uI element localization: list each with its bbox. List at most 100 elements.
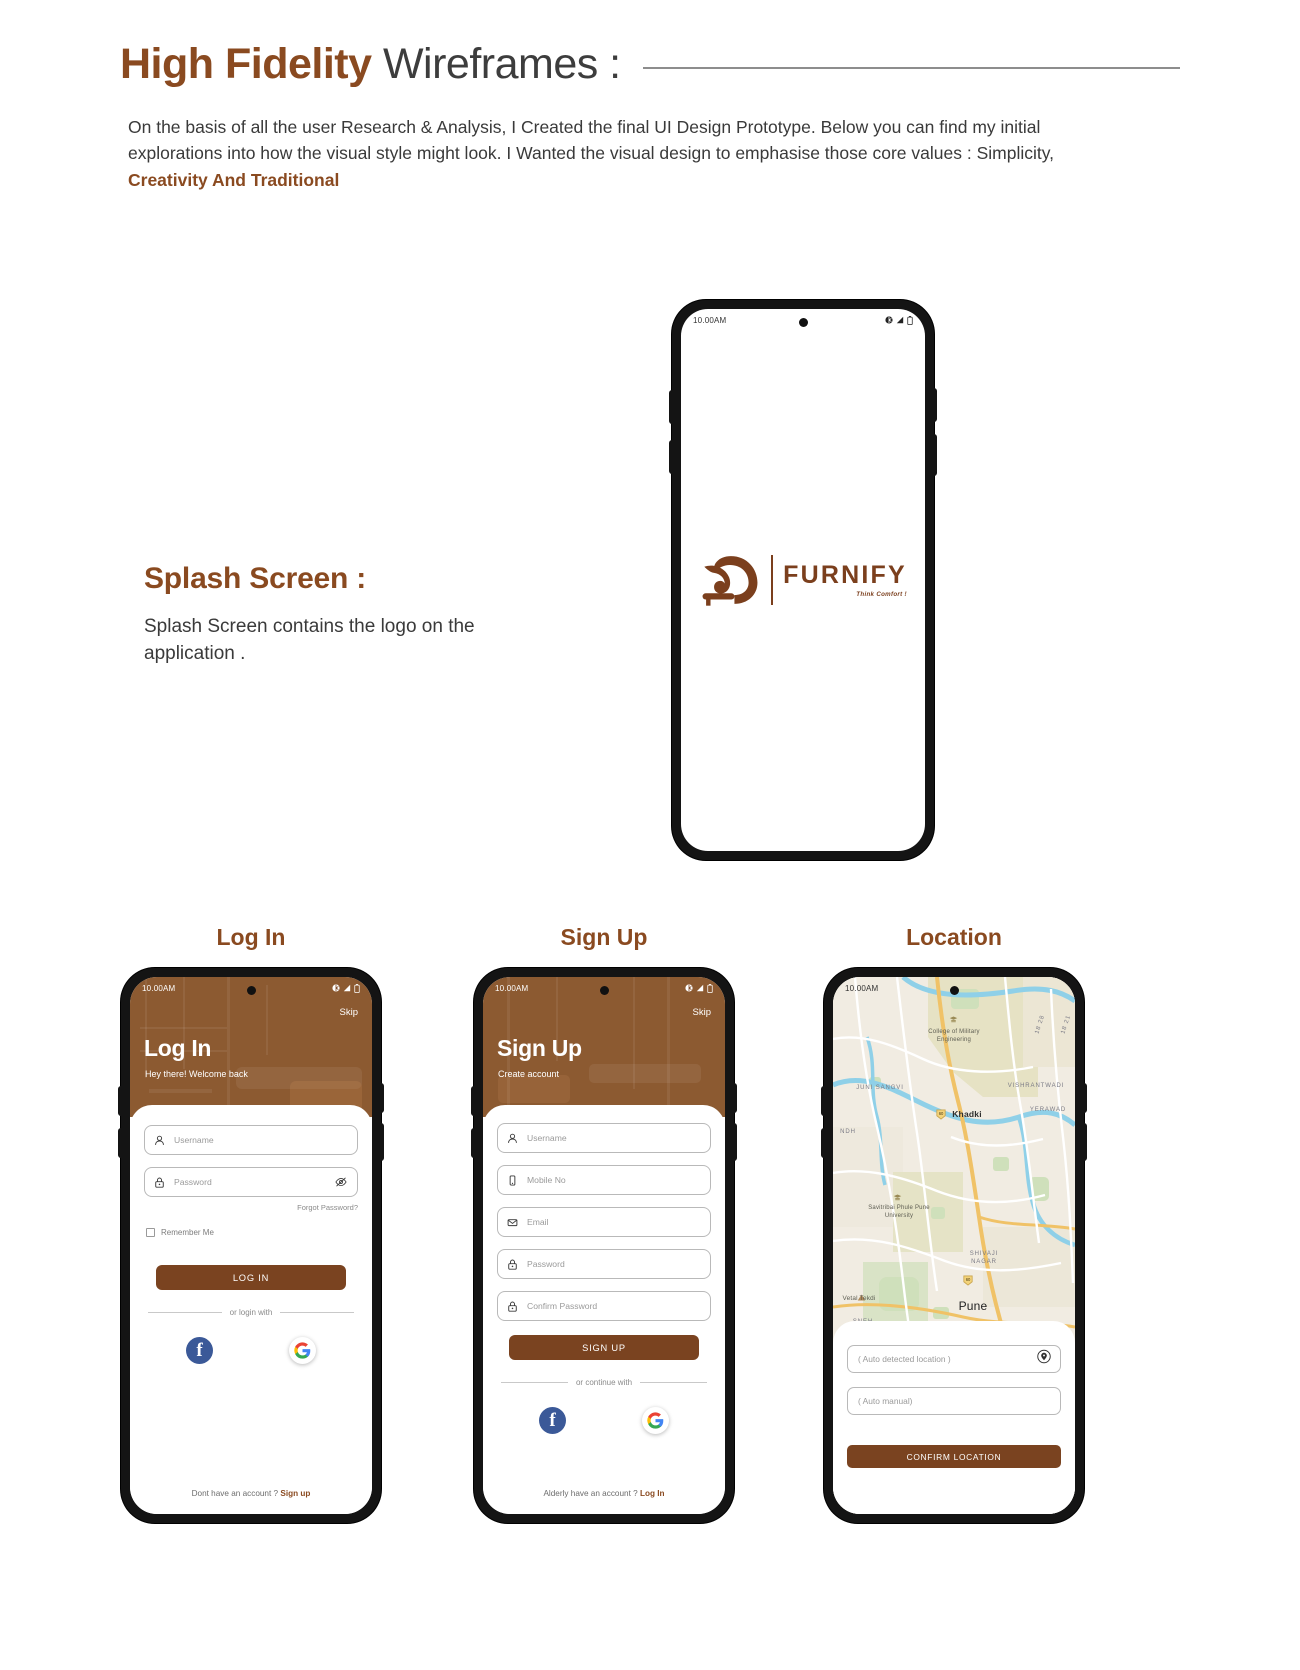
phone-power-button	[933, 434, 937, 476]
signup-email-input[interactable]: Email	[497, 1207, 711, 1237]
signup-mobile-input[interactable]: Mobile No	[497, 1165, 711, 1195]
signup-confirm-password-placeholder: Confirm Password	[527, 1301, 598, 1311]
splash-screen: 10.00AM FURNIFY Think Comfort !	[681, 309, 925, 851]
or-continue-with-divider: or continue with	[501, 1378, 707, 1387]
caption-signup: Sign Up	[560, 924, 648, 950]
password-input[interactable]: Password	[144, 1167, 358, 1197]
manual-location-input[interactable]: ( Auto manual)	[847, 1387, 1061, 1415]
user-icon	[508, 1133, 517, 1143]
user-icon	[155, 1135, 164, 1145]
splash-phone-mockup: 10.00AM FURNIFY Think Comfort !	[669, 300, 937, 860]
status-time: 10.00AM	[495, 983, 529, 993]
logo-tagline: Think Comfort !	[856, 590, 907, 598]
camera-punch-hole	[949, 986, 959, 995]
status-time: 10.00AM	[693, 315, 727, 325]
or-login-with-text: or login with	[229, 1308, 273, 1317]
toggle-password-visibility-icon[interactable]	[335, 1177, 347, 1188]
map-label-khadki: Khadki	[952, 1109, 982, 1119]
auto-detected-location-input[interactable]: ( Auto detected location )	[847, 1345, 1061, 1373]
divider-line-right	[280, 1312, 354, 1313]
google-signup-button[interactable]	[642, 1407, 669, 1434]
signup-username-input[interactable]: Username	[497, 1123, 711, 1153]
password-placeholder: Password	[174, 1177, 212, 1187]
phone-side-button-top	[118, 1086, 122, 1116]
facebook-signup-button[interactable]: f	[539, 1407, 566, 1434]
signup-mobile-placeholder: Mobile No	[527, 1175, 566, 1185]
phone-side-button-bottom	[118, 1128, 122, 1158]
phone-power-button	[1083, 1123, 1087, 1161]
signal-icon	[343, 984, 351, 992]
camera-punch-hole	[798, 318, 808, 327]
signal-icon	[696, 984, 704, 992]
phone-side-button-top	[669, 390, 673, 424]
map-label-pune: Pune	[958, 1299, 988, 1313]
or-continue-with-text: or continue with	[575, 1378, 633, 1387]
signup-hero: 10.00AM Skip Sign Up Create account	[483, 977, 725, 1117]
bluetooth-icon	[332, 984, 340, 992]
google-login-button[interactable]	[289, 1337, 316, 1364]
signup-link[interactable]: Sign up	[280, 1489, 310, 1498]
login-button[interactable]: LOG IN	[156, 1265, 346, 1290]
splash-heading: Splash Screen :	[144, 562, 367, 595]
location-form-sheet: ( Auto detected location ) ( Auto manual…	[833, 1321, 1075, 1514]
signup-password-input[interactable]: Password	[497, 1249, 711, 1279]
intro-line-3: core values : Simplicity,	[872, 143, 1055, 164]
svg-text:60: 60	[966, 1277, 971, 1282]
divider-line-left	[501, 1382, 568, 1383]
page-title-bold: High Fidelity	[120, 40, 372, 88]
remember-me-checkbox[interactable]: Remember Me	[146, 1228, 372, 1237]
username-input[interactable]: Username	[144, 1125, 358, 1155]
phone-side-button-bottom	[669, 440, 673, 474]
intro-paragraph: On the basis of all the user Research & …	[128, 114, 1103, 193]
locate-me-icon[interactable]	[1037, 1349, 1051, 1369]
location-screen: 10.00AM 60 60 College of Military Engine…	[833, 977, 1075, 1514]
map-label-shivaji-nagar: SHIVAJI NAGAR	[969, 1251, 999, 1265]
forgot-password-link[interactable]: Forgot Password?	[130, 1203, 358, 1212]
status-icons	[685, 983, 713, 993]
signup-phone-mockup: 10.00AM Skip Sign Up Create account User…	[471, 968, 737, 1523]
highway-shield-icon: 60	[963, 1275, 973, 1286]
confirm-location-button[interactable]: CONFIRM LOCATION	[847, 1445, 1061, 1468]
phone-side-button-bottom	[821, 1128, 825, 1158]
login-link[interactable]: Log In	[640, 1489, 665, 1498]
skip-button[interactable]: Skip	[693, 1007, 711, 1018]
phone-volume-button	[380, 1083, 384, 1113]
divider-line-left	[148, 1312, 222, 1313]
signup-form-sheet: Username Mobile No Email Password Confir…	[483, 1105, 725, 1514]
facebook-icon: f	[196, 1340, 203, 1361]
phone-power-button	[733, 1123, 737, 1161]
map-label-juni-sangvi: JUNI SANGVI	[856, 1085, 904, 1091]
manual-location-placeholder: ( Auto manual)	[858, 1396, 913, 1406]
map-label-cme: College of Military Engineering	[928, 1029, 980, 1043]
signup-title: Sign Up	[497, 1035, 582, 1061]
google-icon	[647, 1412, 664, 1429]
signup-subtitle: Create account	[498, 1069, 560, 1079]
bluetooth-icon	[885, 316, 893, 324]
signup-confirm-password-input[interactable]: Confirm Password	[497, 1291, 711, 1321]
google-icon	[294, 1342, 311, 1359]
caption-login: Log In	[216, 924, 286, 950]
battery-icon	[354, 983, 360, 993]
intro-accent: Creativity And Traditional	[128, 169, 340, 190]
phone-side-button-bottom	[471, 1128, 475, 1158]
skip-button[interactable]: Skip	[340, 1007, 358, 1018]
checkbox-box[interactable]	[146, 1228, 155, 1237]
login-phone-mockup: 10.00AM Skip Log In Hey there! Welcome b…	[118, 968, 384, 1523]
logo-name: FURNIFY	[783, 560, 907, 589]
splash-paragraph: Splash Screen contains the logo on the a…	[144, 616, 475, 664]
facebook-login-button[interactable]: f	[186, 1337, 213, 1364]
furnify-logo: FURNIFY Think Comfort !	[681, 552, 925, 608]
location-phone-mockup: 10.00AM 60 60 College of Military Engine…	[821, 968, 1087, 1523]
facebook-icon: f	[549, 1410, 556, 1431]
divider-line-right	[640, 1382, 707, 1383]
username-placeholder: Username	[174, 1135, 214, 1145]
header-rule	[642, 66, 1180, 69]
login-footer-note: Dont have an account ? Sign up	[130, 1489, 372, 1498]
signup-button[interactable]: SIGN UP	[509, 1335, 699, 1360]
phone-icon	[509, 1174, 516, 1186]
camera-punch-hole	[246, 986, 256, 995]
map-label-vishrantwadi: VISHRANTWADI	[1007, 1083, 1065, 1089]
signup-email-placeholder: Email	[527, 1217, 549, 1227]
signup-username-placeholder: Username	[527, 1133, 567, 1143]
remember-me-label: Remember Me	[161, 1228, 214, 1237]
